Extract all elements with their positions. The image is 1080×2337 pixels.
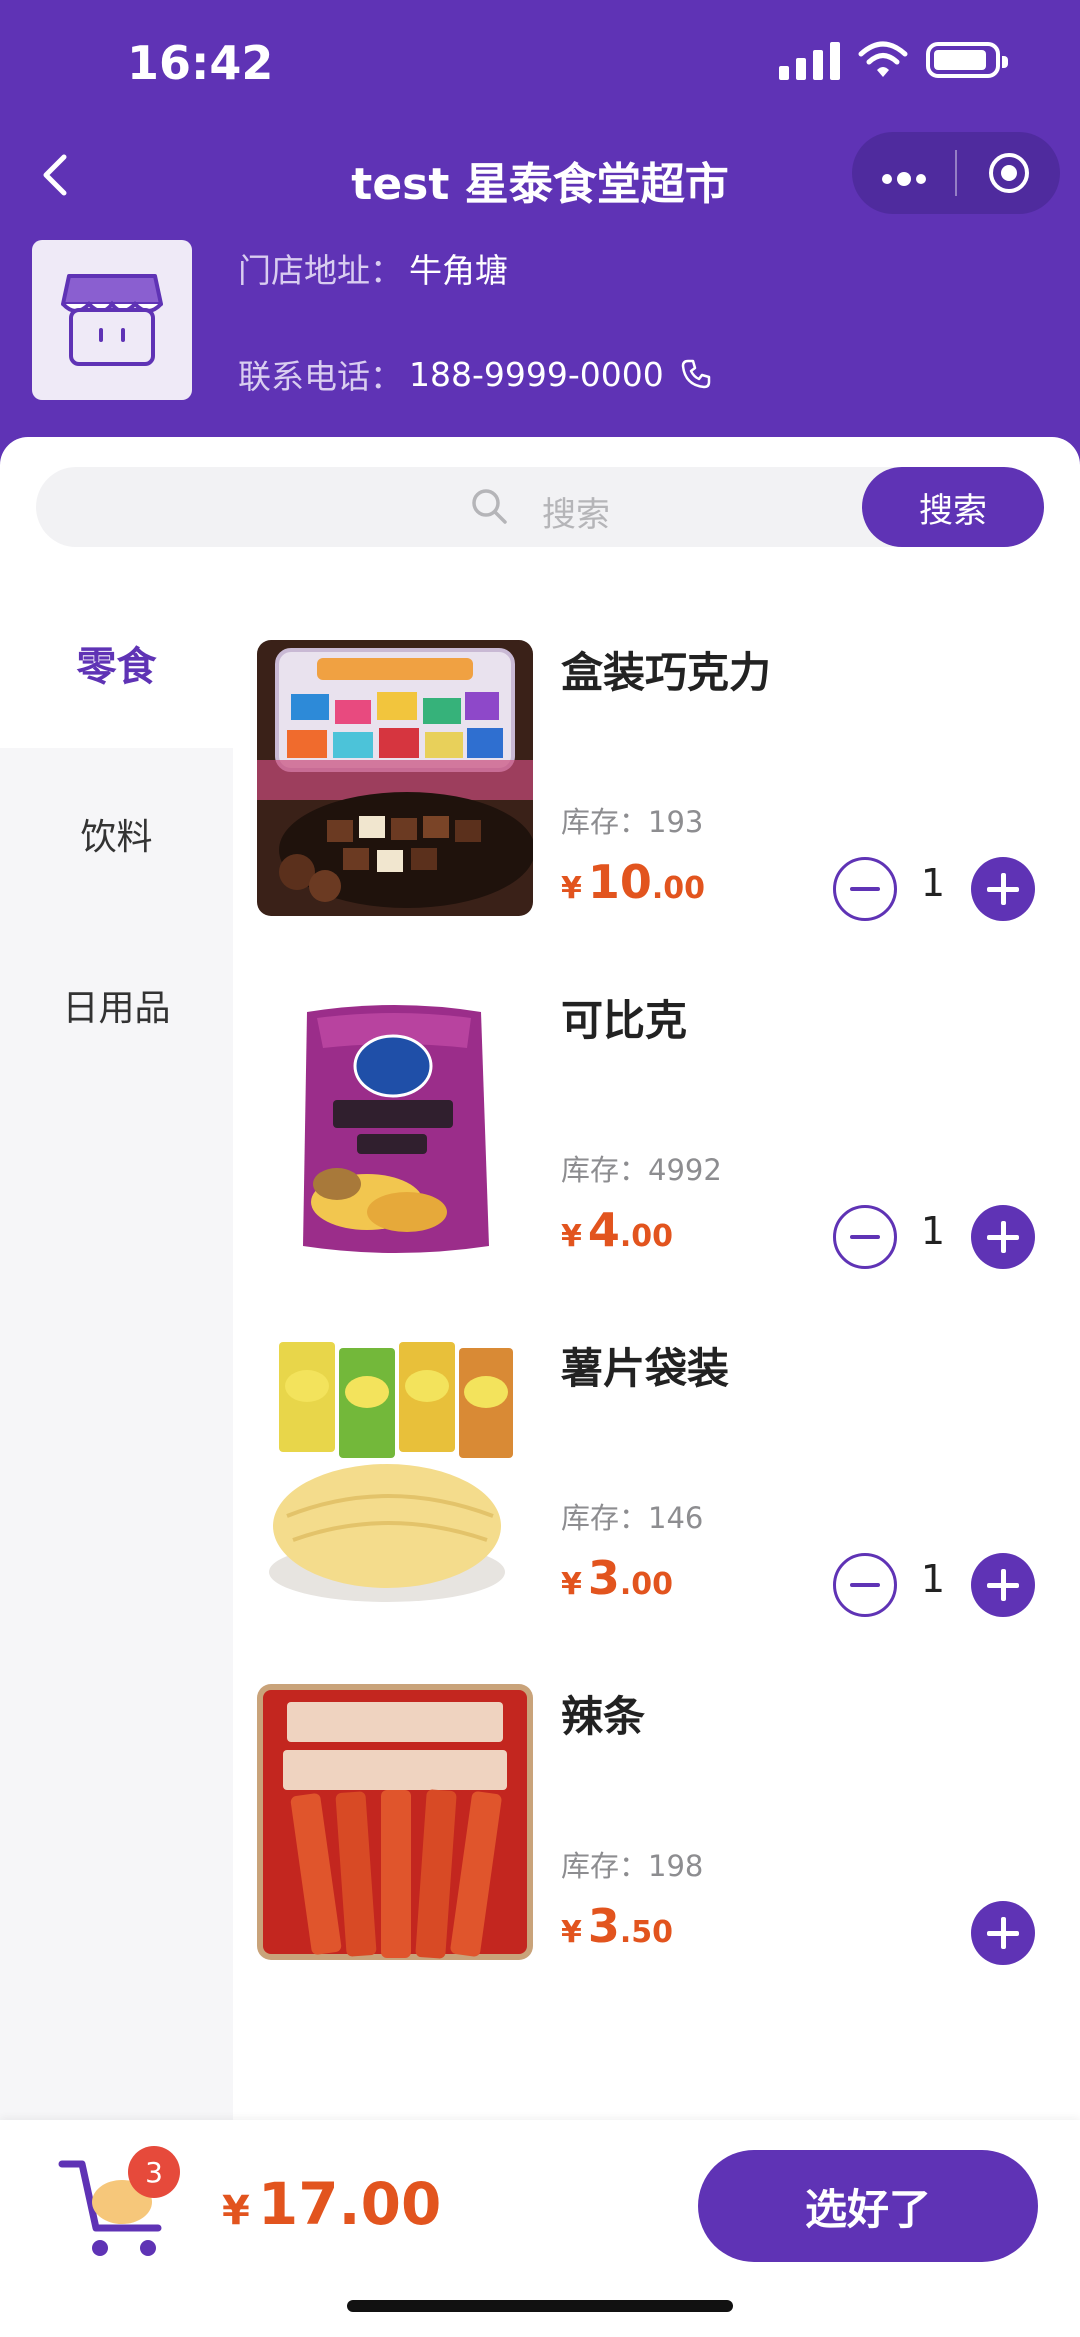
store-icon bbox=[61, 274, 163, 366]
total-currency: ¥ bbox=[222, 2188, 250, 2234]
signal-icon bbox=[779, 40, 840, 80]
decrease-quantity-button[interactable] bbox=[833, 1205, 897, 1269]
product-image-chocolate[interactable] bbox=[257, 640, 533, 916]
search-section: 搜索 搜索 bbox=[0, 437, 1080, 577]
quantity-value: 1 bbox=[920, 861, 946, 905]
product-image-copico[interactable] bbox=[257, 988, 533, 1264]
status-icons bbox=[779, 40, 1008, 80]
search-placeholder: 搜索 bbox=[542, 495, 610, 535]
price-integer: 10 bbox=[587, 855, 652, 909]
store-address-row: 门店地址： 牛角塘 bbox=[238, 248, 712, 290]
more-dots-icon[interactable] bbox=[852, 153, 955, 193]
cart-total: ¥17.00 bbox=[222, 2170, 441, 2238]
total-amount: 17.00 bbox=[257, 2170, 442, 2238]
product-stock: 库存：198 bbox=[561, 1849, 704, 1883]
address-value: 牛角塘 bbox=[409, 251, 508, 290]
cart-count-badge: 3 bbox=[128, 2146, 180, 2198]
category-snacks[interactable]: 零食 bbox=[0, 577, 233, 748]
wifi-icon bbox=[858, 41, 908, 77]
decrease-quantity-button[interactable] bbox=[833, 857, 897, 921]
price-decimal: .00 bbox=[619, 1567, 674, 1602]
category-sidebar: 零食 饮料 日用品 bbox=[0, 577, 233, 2120]
store-phone-row[interactable]: 联系电话： 188-9999-0000 bbox=[238, 354, 712, 396]
phone-icon[interactable] bbox=[680, 358, 712, 390]
product-stock: 库存：193 bbox=[561, 805, 704, 839]
battery-icon bbox=[926, 42, 1008, 78]
quantity-value: 1 bbox=[920, 1557, 946, 1601]
minus-icon bbox=[850, 887, 880, 891]
category-drinks[interactable]: 饮料 bbox=[0, 748, 233, 919]
product-stock: 库存：146 bbox=[561, 1501, 704, 1535]
increase-quantity-button[interactable] bbox=[971, 1553, 1035, 1617]
price-decimal: .00 bbox=[651, 871, 706, 906]
product-name: 盒装巧克力 bbox=[561, 648, 772, 697]
search-icon bbox=[472, 489, 507, 524]
product-name: 可比克 bbox=[561, 996, 688, 1045]
plus-icon-bar bbox=[1000, 873, 1006, 905]
product-item: 辣条 库存：198 ¥3.50 bbox=[233, 1621, 1080, 1969]
checkout-bar: 3 ¥17.00 选好了 bbox=[0, 2120, 1080, 2337]
product-name: 薯片袋装 bbox=[561, 1344, 730, 1393]
product-price: ¥3.00 bbox=[561, 1551, 673, 1605]
quantity-value: 1 bbox=[920, 1209, 946, 1253]
search-button[interactable]: 搜索 bbox=[862, 467, 1044, 547]
product-item: 可比克 库存：4992 ¥4.00 1 bbox=[233, 925, 1080, 1273]
price-decimal: .50 bbox=[619, 1915, 674, 1950]
price-integer: 3 bbox=[587, 1899, 620, 1953]
price-currency: ¥ bbox=[561, 1915, 582, 1950]
decrease-quantity-button[interactable] bbox=[833, 1553, 897, 1617]
increase-quantity-button[interactable] bbox=[971, 1901, 1035, 1965]
product-item: 薯片袋装 库存：146 ¥3.00 1 bbox=[233, 1273, 1080, 1621]
plus-icon-bar bbox=[1000, 1917, 1006, 1949]
store-info: 门店地址： 牛角塘 联系电话： 188-9999-0000 bbox=[238, 248, 712, 396]
address-label: 门店地址： bbox=[238, 251, 403, 290]
price-currency: ¥ bbox=[561, 1567, 582, 1602]
minus-icon bbox=[850, 1235, 880, 1239]
category-daily-goods[interactable]: 日用品 bbox=[0, 919, 233, 1090]
product-item: 盒装巧克力 库存：193 ¥10.00 1 bbox=[233, 577, 1080, 925]
header: 16:42 test 星泰食堂超市 门店地址： 牛角塘 联系电话： 188-99… bbox=[0, 0, 1080, 480]
product-price: ¥10.00 bbox=[561, 855, 705, 909]
mini-program-capsule bbox=[852, 132, 1060, 214]
product-image-spicy-strips[interactable] bbox=[257, 1684, 533, 1960]
increase-quantity-button[interactable] bbox=[971, 857, 1035, 921]
product-price: ¥3.50 bbox=[561, 1899, 673, 1953]
home-indicator bbox=[347, 2300, 733, 2312]
target-circle-icon[interactable] bbox=[957, 151, 1060, 195]
product-price: ¥4.00 bbox=[561, 1203, 673, 1257]
product-stock: 库存：4992 bbox=[561, 1153, 722, 1187]
search-input[interactable]: 搜索 搜索 bbox=[36, 467, 1044, 547]
phone-label: 联系电话： bbox=[238, 357, 403, 396]
price-integer: 4 bbox=[587, 1203, 620, 1257]
store-logo bbox=[32, 240, 192, 400]
price-decimal: .00 bbox=[619, 1219, 674, 1254]
product-list: 盒装巧克力 库存：193 ¥10.00 1 可比克 库存：4992 ¥ 4.00… bbox=[233, 577, 1080, 2120]
increase-quantity-button[interactable] bbox=[971, 1205, 1035, 1269]
price-integer: 3 bbox=[587, 1551, 620, 1605]
plus-icon-bar bbox=[1000, 1569, 1006, 1601]
phone-value[interactable]: 188-9999-0000 bbox=[409, 355, 664, 394]
confirm-selection-button[interactable]: 选好了 bbox=[698, 2150, 1038, 2262]
minus-icon bbox=[850, 1583, 880, 1587]
product-image-chips-bag[interactable] bbox=[257, 1336, 533, 1612]
price-currency: ¥ bbox=[561, 871, 582, 906]
price-currency: ¥ bbox=[561, 1219, 582, 1254]
status-time: 16:42 bbox=[127, 36, 274, 90]
product-name: 辣条 bbox=[561, 1692, 646, 1741]
plus-icon-bar bbox=[1000, 1221, 1006, 1253]
